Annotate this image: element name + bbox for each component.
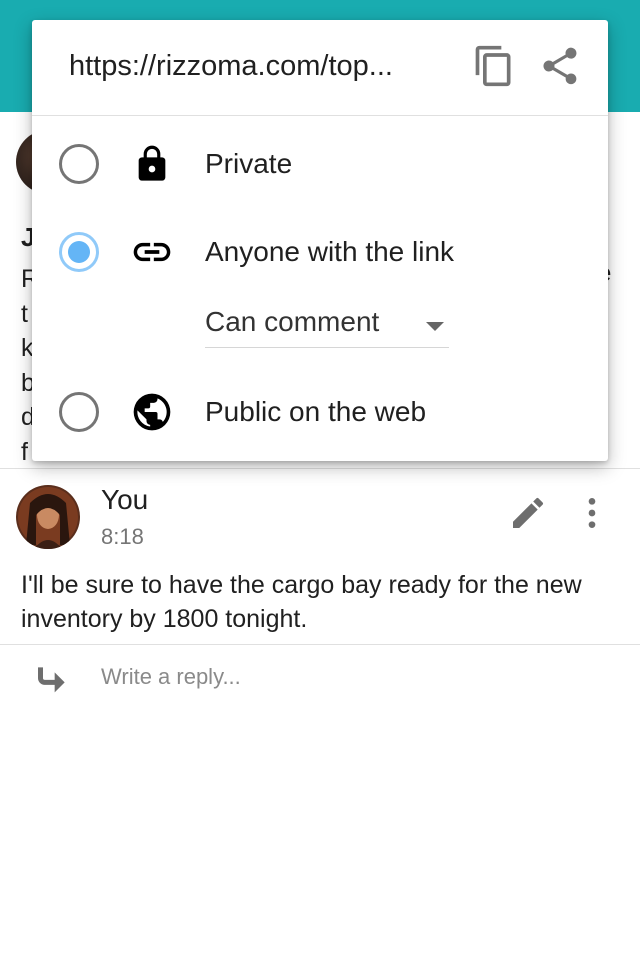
share-button[interactable] (536, 44, 584, 92)
more-vert-icon (572, 493, 612, 538)
permission-value: Can comment (205, 306, 380, 337)
edit-button[interactable] (504, 491, 552, 539)
pencil-icon (508, 493, 548, 538)
comment-author: You (101, 484, 149, 515)
share-option-private[interactable]: Private (32, 124, 608, 204)
share-icon (538, 44, 582, 93)
anyone-with-link-label: Anyone with the link (205, 236, 455, 267)
lock-icon (120, 140, 184, 188)
avatar[interactable] (16, 485, 80, 549)
public-radio[interactable] (59, 392, 99, 432)
more-options-button[interactable] (568, 491, 616, 539)
private-label: Private (205, 148, 293, 179)
copy-icon (472, 44, 516, 93)
public-label: Public on the web (205, 396, 427, 427)
reply-input[interactable] (101, 657, 601, 697)
anyone-with-link-radio[interactable] (59, 232, 99, 272)
share-option-public[interactable]: Public on the web (32, 372, 608, 452)
private-radio[interactable] (59, 144, 99, 184)
link-icon (120, 228, 184, 276)
comment: You 8:18 I'll be sure to have the cargo … (0, 469, 640, 644)
permission-dropdown[interactable]: Can comment (205, 304, 449, 348)
share-url-row: https://rizzoma.com/top... (32, 20, 608, 116)
globe-icon (120, 388, 184, 436)
dropdown-caret-icon (426, 322, 444, 331)
reply-icon (24, 655, 72, 703)
share-popup: https://rizzoma.com/top... Private Anyon… (32, 20, 608, 461)
reply-row (0, 645, 640, 709)
copy-link-button[interactable] (470, 44, 518, 92)
share-url[interactable]: https://rizzoma.com/top... (69, 50, 459, 83)
comment-body: I'll be sure to have the cargo bay ready… (21, 571, 582, 633)
comment-timestamp: 8:18 (101, 524, 144, 549)
share-option-anyone-with-link[interactable]: Anyone with the link (32, 212, 608, 292)
